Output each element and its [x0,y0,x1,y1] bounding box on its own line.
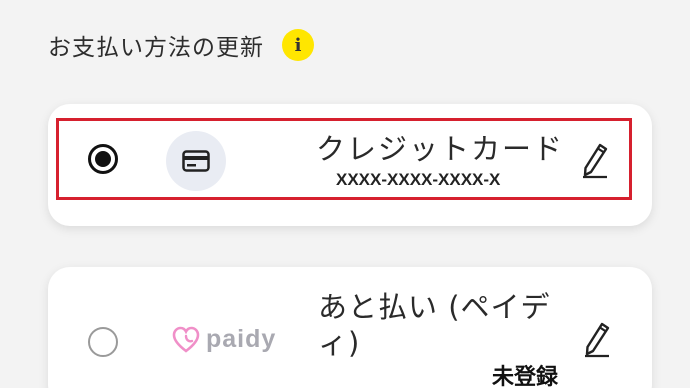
paidy-heart-icon [172,326,200,353]
section-title: お支払い方法の更新 [48,35,264,61]
info-icon[interactable]: i [282,29,314,61]
paidy-logo: paidy [172,325,276,354]
pencil-icon[interactable] [580,142,610,180]
registration-status: 未登録 [492,365,559,388]
radio-credit-card-selected[interactable] [88,144,118,174]
payment-method-name: あと払い (ペイディ) [318,290,551,360]
section-header: お支払い方法の更新 i [48,28,314,62]
credit-card-icon [166,131,226,191]
payment-method-name: クレジットカード [316,132,565,166]
payment-option-credit-card[interactable]: クレジットカード XXXX-XXXX-XXXX-X [48,104,652,226]
radio-paidy[interactable] [88,327,118,357]
paidy-logo-text: paidy [206,325,277,353]
payment-method-page: お支払い方法の更新 i クレジットカード XXXX-XXXX-XXXX-X pa… [0,0,690,388]
card-number: XXXX-XXXX-XXXX-X [336,170,501,189]
pencil-icon[interactable] [582,321,612,359]
payment-option-paidy[interactable]: paidy あと払い (ペイディ) 未登録 [48,267,652,388]
